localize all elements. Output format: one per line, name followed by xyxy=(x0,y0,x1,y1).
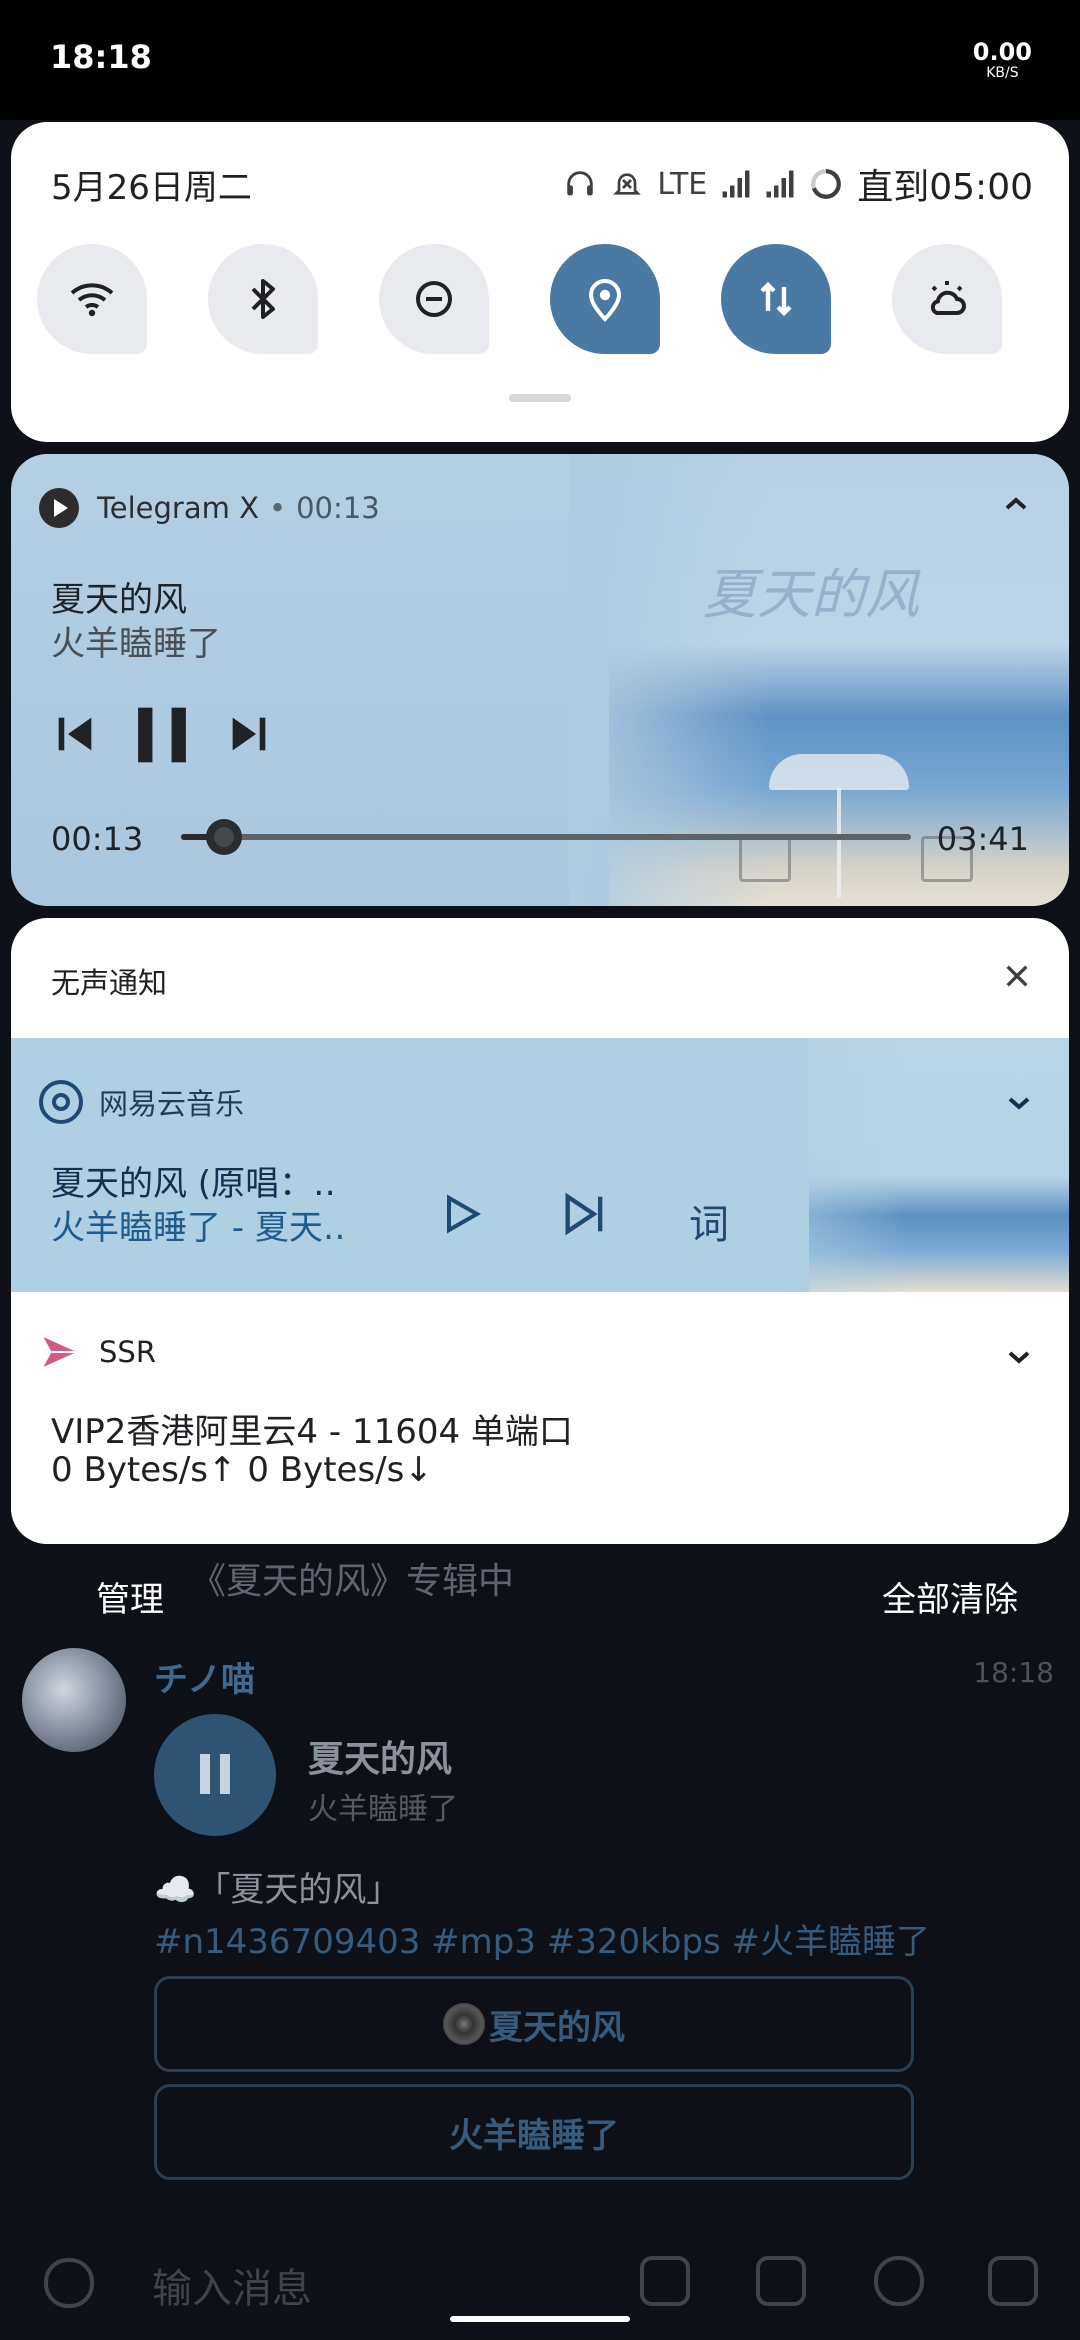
manage-button[interactable]: 管理 xyxy=(96,1572,164,1621)
clear-all-button[interactable]: 全部清除 xyxy=(882,1572,1018,1621)
skip-next-icon[interactable] xyxy=(221,704,277,764)
tile-wifi[interactable] xyxy=(37,244,147,354)
play-icon[interactable] xyxy=(437,1188,485,1240)
separator-dot: • xyxy=(268,491,287,525)
emoji-icon xyxy=(44,2258,94,2308)
alarm-muted-icon xyxy=(613,173,642,195)
media-duration: 03:41 xyxy=(936,820,1029,858)
silent-notifications-group: 无声通知 网易云音乐 夏天的风 (原唱：‥ 火羊瞌睡了 - 夏天‥ 词 SSR … xyxy=(11,918,1069,1544)
beach-chair xyxy=(739,836,791,882)
message-input-placeholder: 输入消息 xyxy=(152,2266,312,2312)
alarm-until: 直到05:00 xyxy=(857,167,1033,208)
chevron-down-icon[interactable] xyxy=(1005,1094,1033,1112)
network-speed: 0.00 KB/S xyxy=(972,38,1032,81)
ssr-app-header: SSR xyxy=(39,1332,156,1372)
inline-button-song: 夏天的风 xyxy=(154,1976,914,2072)
album-text: 《夏天的风》专辑中 xyxy=(190,1561,515,1602)
audio-pause-button xyxy=(154,1714,276,1836)
netease-art-fade xyxy=(709,1038,909,1292)
close-icon[interactable] xyxy=(1001,960,1033,992)
status-bar: 18:18 0.00 KB/S xyxy=(0,0,1080,120)
media-artist: 火羊瞌睡了 xyxy=(51,624,221,664)
mobile-data-icon xyxy=(760,281,792,317)
clock: 18:18 xyxy=(50,38,152,76)
tile-location[interactable] xyxy=(550,244,660,354)
netease-app-header: 网易云音乐 xyxy=(39,1080,244,1124)
ssr-title: VIP2香港阿里云4 - 11604 单端口 xyxy=(51,1412,573,1452)
gesture-bar[interactable] xyxy=(450,2316,630,2322)
attach-icon xyxy=(874,2256,924,2306)
qs-drag-handle[interactable] xyxy=(509,394,571,402)
album-art-script: 夏天的风 xyxy=(703,563,919,626)
command-icon xyxy=(640,2256,690,2306)
location-icon xyxy=(588,279,622,322)
netease-title: 夏天的风 (原唱：‥ xyxy=(51,1164,336,1204)
media-app-header: Telegram X • 00:13 xyxy=(39,488,380,528)
silent-notifications-label: 无声通知 xyxy=(51,966,168,1000)
audio-title: 夏天的风 xyxy=(308,1739,453,1780)
disc-icon xyxy=(443,2003,485,2045)
netease-music-icon xyxy=(39,1080,83,1124)
pause-icon[interactable] xyxy=(121,694,203,776)
ssr-speed-text: 0 Bytes/s↑ 0 Bytes/s↓ xyxy=(51,1450,433,1490)
media-seekbar[interactable] xyxy=(181,819,911,855)
chevron-down-icon[interactable] xyxy=(1005,1348,1033,1366)
media-app-name: Telegram X xyxy=(97,491,259,525)
audio-artist: 火羊瞌睡了 xyxy=(308,1792,458,1827)
media-title: 夏天的风 xyxy=(51,580,187,620)
sender-name: チノ喵 xyxy=(154,1660,255,1700)
battery-ring-icon xyxy=(811,169,842,199)
chevron-up-icon[interactable] xyxy=(1001,494,1031,514)
tile-mobile-data[interactable] xyxy=(721,244,831,354)
instagram-icon xyxy=(988,2256,1038,2306)
bluetooth-icon xyxy=(251,279,275,319)
lyrics-button[interactable]: 词 xyxy=(689,1192,729,1250)
qs-status-icons: LTE 直到05:00 xyxy=(563,158,1033,210)
ssr-app-name: SSR xyxy=(99,1335,156,1369)
skip-next-icon[interactable] xyxy=(559,1188,611,1240)
tile-bluetooth[interactable] xyxy=(208,244,318,354)
seekbar-thumb[interactable] xyxy=(206,819,243,855)
night-cloud-icon xyxy=(930,281,966,315)
ssr-notification[interactable]: SSR VIP2香港阿里云4 - 11604 单端口 0 Bytes/s↑ 0 … xyxy=(11,1292,1069,1544)
quick-settings-panel: 5月26日周二 LTE 直到05:00 xyxy=(11,122,1069,442)
camera-icon xyxy=(756,2256,806,2306)
tile-night-weather[interactable] xyxy=(892,244,1002,354)
media-player-card[interactable]: 夏天的风 Telegram X • 00:13 夏天的风 火羊瞌睡了 00:13… xyxy=(11,454,1069,906)
media-header-time: 00:13 xyxy=(296,491,380,525)
message-caption: ☁️「夏天的风」 xyxy=(154,1870,401,1910)
signal-icon-1 xyxy=(722,170,750,198)
netease-subtitle: 火羊瞌睡了 - 夏天‥ xyxy=(51,1208,346,1248)
message-time: 18:18 xyxy=(973,1656,1054,1689)
lte-label: LTE xyxy=(657,166,708,202)
skip-previous-icon[interactable] xyxy=(47,704,103,764)
beach-umbrella xyxy=(769,754,909,790)
sender-avatar xyxy=(22,1648,126,1752)
inline-button-artist: 火羊瞌睡了 xyxy=(154,2084,914,2180)
message-tags: #n1436709403 #mp3 #320kbps #火羊瞌睡了 xyxy=(154,1922,931,1962)
tile-do-not-disturb[interactable] xyxy=(379,244,489,354)
wifi-icon xyxy=(70,283,114,317)
netease-app-name: 网易云音乐 xyxy=(99,1087,245,1121)
dnd-icon xyxy=(416,281,452,317)
telegram-play-icon xyxy=(39,488,79,528)
headphones-icon xyxy=(567,171,594,196)
qs-date[interactable]: 5月26日周二 xyxy=(51,160,252,209)
paper-plane-icon xyxy=(43,1337,77,1367)
netease-notification[interactable]: 网易云音乐 夏天的风 (原唱：‥ 火羊瞌睡了 - 夏天‥ 词 xyxy=(11,1038,1069,1292)
signal-icon-2 xyxy=(766,170,794,198)
umbrella-pole xyxy=(837,788,841,898)
media-current-time: 00:13 xyxy=(51,820,144,858)
